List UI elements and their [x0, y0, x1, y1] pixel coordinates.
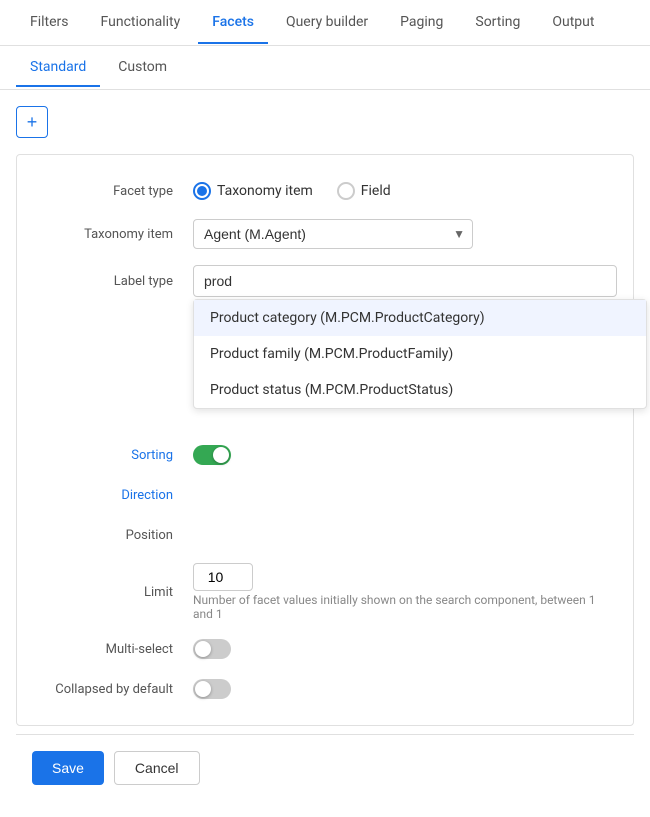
dropdown-item-2[interactable]: Product status (M.PCM.ProductStatus) — [194, 372, 646, 408]
label-type-label: Label type — [33, 274, 193, 289]
add-button[interactable]: + — [16, 106, 48, 138]
button-row: Save Cancel — [16, 734, 634, 801]
nav-functionality[interactable]: Functionality — [87, 2, 195, 44]
radio-taxonomy-inner — [197, 186, 207, 196]
limit-input[interactable] — [193, 563, 253, 591]
multiselect-row: Multi-select — [17, 629, 633, 669]
sorting-toggle-knob — [213, 447, 229, 463]
radio-taxonomy-item[interactable]: Taxonomy item — [193, 182, 313, 200]
radio-field[interactable]: Field — [337, 182, 391, 200]
taxonomy-select-wrapper: Agent (M.Agent) ▼ — [193, 219, 473, 249]
cancel-button[interactable]: Cancel — [114, 751, 200, 785]
form-card: Facet type Taxonomy item Field Taxonomy … — [16, 154, 634, 726]
position-row: Position — [17, 515, 633, 555]
label-search-input[interactable] — [193, 265, 617, 297]
collapsed-toggle-knob — [195, 681, 211, 697]
subtab-standard[interactable]: Standard — [16, 49, 100, 87]
label-type-control: Product category (M.PCM.ProductCategory)… — [193, 265, 617, 297]
multiselect-toggle-knob — [195, 641, 211, 657]
taxonomy-item-label: Taxonomy item — [33, 227, 193, 242]
nav-query-builder[interactable]: Query builder — [272, 2, 382, 44]
facet-type-label: Facet type — [33, 184, 193, 199]
sorting-row: Sorting — [17, 435, 633, 475]
form-area: Facet type Taxonomy item Field Taxonomy … — [0, 154, 650, 817]
radio-taxonomy-label: Taxonomy item — [217, 183, 313, 199]
subtab-custom[interactable]: Custom — [104, 49, 181, 87]
radio-field-outer — [337, 182, 355, 200]
facet-type-row: Facet type Taxonomy item Field — [17, 171, 633, 211]
taxonomy-item-control: Agent (M.Agent) ▼ — [193, 219, 617, 249]
add-section: + — [0, 90, 650, 154]
collapsed-label: Collapsed by default — [33, 682, 193, 697]
multiselect-label: Multi-select — [33, 642, 193, 657]
multiselect-toggle[interactable] — [193, 639, 231, 659]
label-type-row: Label type Product category (M.PCM.Produ… — [17, 257, 633, 305]
facet-type-control: Taxonomy item Field — [193, 182, 617, 200]
top-nav: Filters Functionality Facets Query build… — [0, 0, 650, 46]
nav-filters[interactable]: Filters — [16, 2, 83, 44]
save-button[interactable]: Save — [32, 751, 104, 785]
direction-row: Direction — [17, 475, 633, 515]
limit-control: Number of facet values initially shown o… — [193, 563, 617, 621]
nav-sorting[interactable]: Sorting — [461, 2, 534, 44]
taxonomy-item-row: Taxonomy item Agent (M.Agent) ▼ — [17, 211, 633, 257]
position-label: Position — [33, 528, 193, 543]
radio-field-label: Field — [361, 183, 391, 199]
radio-taxonomy-outer — [193, 182, 211, 200]
sub-tabs: Standard Custom — [0, 46, 650, 90]
collapsed-toggle[interactable] — [193, 679, 231, 699]
limit-help-text: Number of facet values initially shown o… — [193, 593, 617, 621]
nav-paging[interactable]: Paging — [386, 2, 457, 44]
limit-row: Limit Number of facet values initially s… — [17, 555, 633, 629]
sorting-label: Sorting — [33, 448, 193, 463]
dropdown-item-0[interactable]: Product category (M.PCM.ProductCategory) — [194, 300, 646, 336]
multiselect-control — [193, 639, 617, 659]
sorting-control — [193, 445, 617, 465]
collapsed-row: Collapsed by default — [17, 669, 633, 709]
label-dropdown-list: Product category (M.PCM.ProductCategory)… — [193, 299, 647, 409]
dropdown-item-1[interactable]: Product family (M.PCM.ProductFamily) — [194, 336, 646, 372]
nav-output[interactable]: Output — [538, 2, 608, 44]
direction-label: Direction — [33, 488, 193, 503]
limit-label: Limit — [33, 585, 193, 600]
nav-facets[interactable]: Facets — [198, 2, 268, 44]
collapsed-control — [193, 679, 617, 699]
sorting-toggle[interactable] — [193, 445, 231, 465]
taxonomy-select[interactable]: Agent (M.Agent) — [193, 219, 473, 249]
